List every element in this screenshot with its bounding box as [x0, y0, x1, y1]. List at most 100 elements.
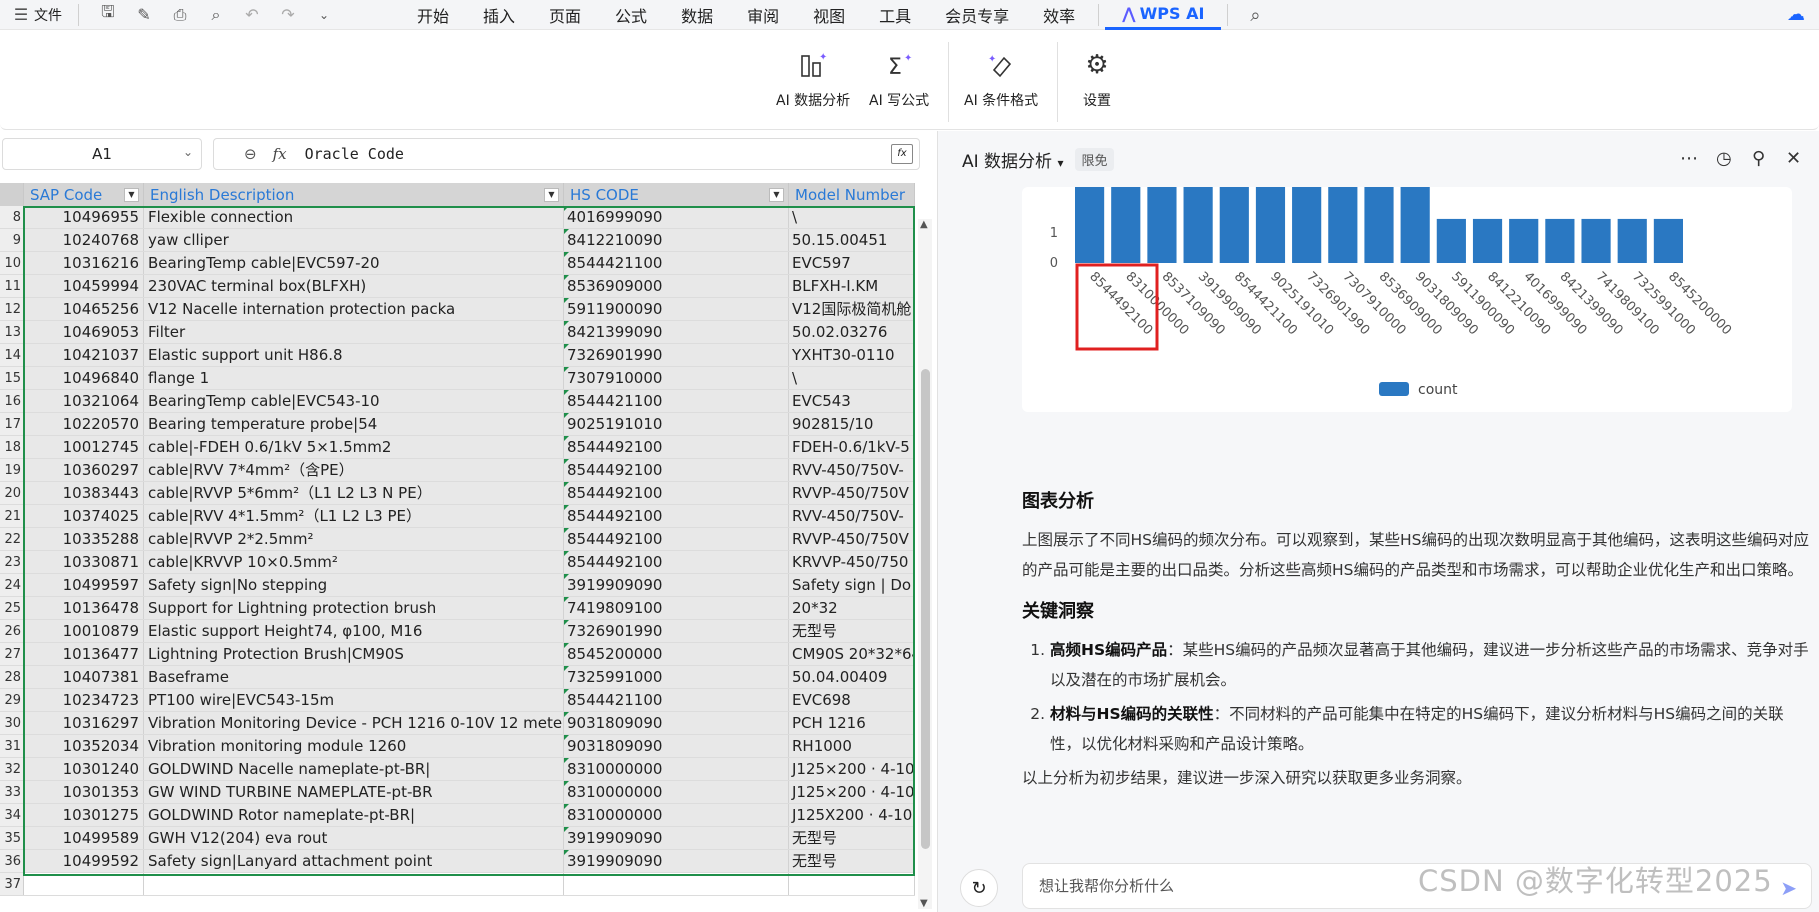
model-number-cell[interactable]: Safety sign | Do [789, 574, 915, 596]
model-number-cell[interactable]: 50.02.03276 [789, 321, 915, 343]
sap-code-cell[interactable]: 10499597 [24, 574, 144, 596]
row-number[interactable]: 21 [0, 505, 24, 527]
spreadsheet-grid[interactable]: SAP Code ▼ English Description ▼ HS CODE… [0, 183, 935, 912]
hs-code-cell[interactable]: 9031809090 [564, 712, 789, 734]
sap-code-cell[interactable]: 10301240 [24, 758, 144, 780]
model-number-cell[interactable]: YXHT30-0110 [789, 344, 915, 366]
table-row[interactable]: 16 10321064 BearingTemp cable|EVC543-10 854… [0, 390, 915, 413]
tab-home[interactable]: 开始 [400, 0, 466, 30]
sap-code-cell[interactable]: 10496840 [24, 367, 144, 389]
description-cell[interactable]: cable|RVV 7*4mm²（含PE） [144, 459, 564, 481]
undo-icon[interactable]: ↶ [239, 3, 265, 27]
hs-code-cell[interactable]: 3919909090 [564, 574, 789, 596]
model-number-cell[interactable]: 50.15.00451 [789, 229, 915, 251]
filter-dropdown-icon[interactable]: ▼ [544, 188, 559, 202]
filter-dropdown-icon[interactable]: ▼ [124, 188, 139, 202]
sap-code-cell[interactable]: 10012745 [24, 436, 144, 458]
description-cell[interactable]: Vibration Monitoring Device - PCH 1216 0… [144, 712, 564, 734]
table-row[interactable]: 29 10234723 PT100 wire|EVC543-15m 854442110… [0, 689, 915, 712]
sap-code-cell[interactable]: 10407381 [24, 666, 144, 688]
model-number-cell[interactable]: RH1000 [789, 735, 915, 757]
model-number-cell[interactable]: PCH 1216 [789, 712, 915, 734]
description-cell[interactable]: GW WIND TURBINE NAMEPLATE-pt-BR [144, 781, 564, 803]
table-row[interactable]: 20 10383443 cable|RVVP 5*6mm²（L1 L2 L3 N P… [0, 482, 915, 505]
description-cell[interactable]: PT100 wire|EVC543-15m [144, 689, 564, 711]
tab-member[interactable]: 会员专享 [928, 0, 1026, 30]
tab-view[interactable]: 视图 [796, 0, 862, 30]
description-cell[interactable] [144, 873, 564, 895]
description-cell[interactable]: BearingTemp cable|EVC597-20 [144, 252, 564, 274]
sap-code-cell[interactable]: 10301275 [24, 804, 144, 826]
table-row[interactable]: 15 10496840 flange 1 7307910000 \ [0, 367, 915, 390]
history-icon[interactable]: ◷ [1716, 148, 1732, 169]
model-number-cell[interactable]: V12国际极简机舱 [789, 298, 915, 320]
table-row[interactable]: 8 10496955 Flexible connection 4016999090 \ [0, 206, 915, 229]
table-row[interactable]: 11 10459994 230VAC terminal box(BLFXH) 8536… [0, 275, 915, 298]
table-row[interactable]: 28 10407381 Baseframe 7325991000 50.04.00409 [0, 666, 915, 689]
row-number[interactable]: 23 [0, 551, 24, 573]
model-number-cell[interactable]: EVC698 [789, 689, 915, 711]
row-number[interactable]: 13 [0, 321, 24, 343]
row-number[interactable]: 16 [0, 390, 24, 412]
scroll-down-icon[interactable]: ▼ [920, 898, 928, 909]
model-number-cell[interactable]: RVV-450/750V- [789, 505, 915, 527]
row-number[interactable]: 33 [0, 781, 24, 803]
column-header-sap-code[interactable]: SAP Code ▼ [24, 183, 144, 206]
sap-code-cell[interactable]: 10469053 [24, 321, 144, 343]
description-cell[interactable]: cable|-FDEH 0.6/1kV 5×1.5mm2 [144, 436, 564, 458]
file-menu[interactable]: 文件 [34, 5, 62, 25]
row-number[interactable]: 24 [0, 574, 24, 596]
sap-code-cell[interactable]: 10374025 [24, 505, 144, 527]
tab-wps-ai[interactable]: ⋀ WPS AI [1105, 0, 1222, 30]
insert-function-icon[interactable]: fx [891, 144, 913, 164]
send-icon[interactable]: ➤ [1780, 876, 1797, 900]
model-number-cell[interactable]: 50.04.00409 [789, 666, 915, 688]
description-cell[interactable]: Safety sign|No stepping [144, 574, 564, 596]
tab-page[interactable]: 页面 [532, 0, 598, 30]
table-row[interactable]: 27 10136477 Lightning Protection Brush|CM9… [0, 643, 915, 666]
sap-code-cell[interactable]: 10335288 [24, 528, 144, 550]
hs-code-cell[interactable]: 8412210090 [564, 229, 789, 251]
model-number-cell[interactable]: FDEH-0.6/1kV-5 [789, 436, 915, 458]
hs-code-cell[interactable]: 9031809090 [564, 735, 789, 757]
row-number[interactable]: 22 [0, 528, 24, 550]
model-number-cell[interactable] [789, 873, 915, 895]
description-cell[interactable]: cable|RVV 4*1.5mm²（L1 L2 L3 PE） [144, 505, 564, 527]
row-number[interactable]: 26 [0, 620, 24, 642]
row-number[interactable]: 19 [0, 459, 24, 481]
hs-code-cell[interactable]: 8544421100 [564, 390, 789, 412]
model-number-cell[interactable]: J125×200 · 4-10 [789, 781, 915, 803]
hs-code-cell[interactable]: 7325991000 [564, 666, 789, 688]
description-cell[interactable]: Filter [144, 321, 564, 343]
description-cell[interactable]: yaw clliper [144, 229, 564, 251]
formula-input[interactable]: Oracle Code [305, 145, 404, 163]
table-row[interactable]: 19 10360297 cable|RVV 7*4mm²（含PE） 854449210… [0, 459, 915, 482]
sap-code-cell[interactable]: 10421037 [24, 344, 144, 366]
hs-code-cell[interactable]: 7307910000 [564, 367, 789, 389]
description-cell[interactable]: Vibration monitoring module 1260 [144, 735, 564, 757]
model-number-cell[interactable]: J125X200 · 4-10 [789, 804, 915, 826]
scroll-up-icon[interactable]: ▲ [920, 219, 928, 230]
hs-code-cell[interactable]: 4016999090 [564, 206, 789, 228]
table-row[interactable]: 26 10010879 Elastic support Height74, φ100… [0, 620, 915, 643]
description-cell[interactable]: Lightning Protection Brush|CM90S [144, 643, 564, 665]
model-number-cell[interactable]: EVC543 [789, 390, 915, 412]
hamburger-menu-icon[interactable]: ☰ [8, 3, 34, 27]
tab-insert[interactable]: 插入 [466, 0, 532, 30]
column-header-english-description[interactable]: English Description ▼ [144, 183, 564, 206]
table-row[interactable]: 31 10352034 Vibration monitoring module 12… [0, 735, 915, 758]
tab-efficiency[interactable]: 效率 [1026, 0, 1092, 30]
sap-code-cell[interactable]: 10352034 [24, 735, 144, 757]
hs-code-cell[interactable]: 8310000000 [564, 758, 789, 780]
hs-code-cell[interactable]: 7326901990 [564, 344, 789, 366]
corner-cell[interactable] [0, 183, 24, 206]
hs-code-cell[interactable]: 7326901990 [564, 620, 789, 642]
row-number[interactable]: 31 [0, 735, 24, 757]
table-row[interactable]: 9 10240768 yaw clliper 8412210090 50.15.0045… [0, 229, 915, 252]
settings-button[interactable]: ⚙ 设置 [1080, 48, 1114, 110]
hs-code-cell[interactable]: 3919909090 [564, 827, 789, 849]
sap-code-cell[interactable]: 10136477 [24, 643, 144, 665]
ai-formula-button[interactable]: Σ ✦ AI 写公式 [869, 48, 929, 110]
close-icon[interactable]: ✕ [1786, 148, 1801, 169]
refresh-button[interactable]: ↻ [960, 869, 998, 907]
